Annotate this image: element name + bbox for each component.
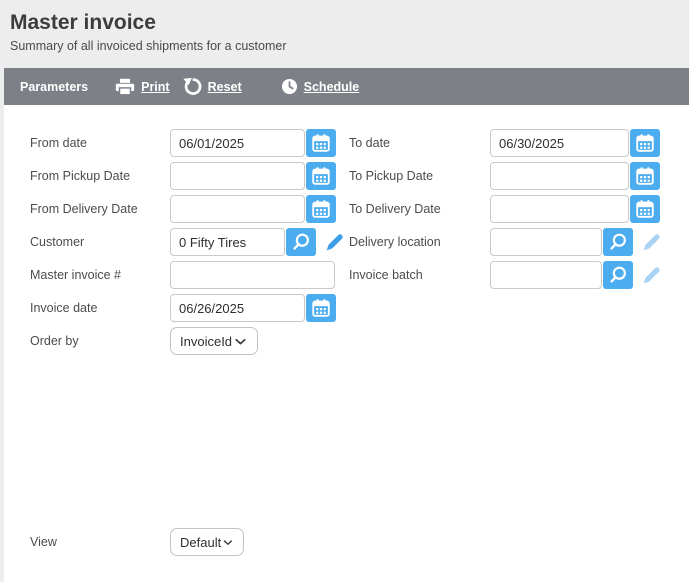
calendar-icon: [310, 165, 332, 187]
order-by-value: InvoiceId: [180, 334, 232, 349]
clock-icon: [280, 77, 299, 96]
invoice-batch-edit-pencil-icon[interactable]: [641, 265, 662, 286]
invoice-date-calendar-button[interactable]: [306, 294, 336, 322]
to-delivery-date-input[interactable]: [490, 195, 629, 223]
invoice-date-label: Invoice date: [30, 294, 170, 322]
delivery-location-edit-pencil-icon[interactable]: [641, 232, 662, 253]
calendar-icon: [310, 198, 332, 220]
to-pickup-date-input[interactable]: [490, 162, 629, 190]
invoice-batch-input[interactable]: [490, 261, 602, 289]
chevron-down-icon: [232, 333, 249, 350]
schedule-label: Schedule: [304, 80, 360, 94]
order-by-select[interactable]: InvoiceId: [170, 327, 258, 355]
search-icon: [607, 231, 629, 253]
to-pickup-date-calendar-button[interactable]: [630, 162, 660, 190]
calendar-icon: [634, 198, 656, 220]
schedule-button[interactable]: Schedule: [280, 77, 360, 96]
search-icon: [290, 231, 312, 253]
view-select[interactable]: Default: [170, 528, 244, 556]
from-date-label: From date: [30, 129, 170, 157]
delivery-location-input[interactable]: [490, 228, 602, 256]
left-gutter: [0, 0, 4, 582]
delivery-location-search-button[interactable]: [603, 228, 633, 256]
view-value: Default: [180, 535, 221, 550]
print-label: Print: [141, 80, 169, 94]
from-delivery-date-input[interactable]: [170, 195, 305, 223]
invoice-batch-search-button[interactable]: [603, 261, 633, 289]
to-date-input[interactable]: [490, 129, 629, 157]
order-by-label: Order by: [30, 327, 170, 355]
to-delivery-date-calendar-button[interactable]: [630, 195, 660, 223]
master-invoice-number-label: Master invoice #: [30, 261, 170, 289]
customer-input[interactable]: [170, 228, 285, 256]
print-button[interactable]: Print: [114, 76, 169, 98]
to-pickup-date-label: To Pickup Date: [349, 162, 490, 190]
calendar-icon: [310, 132, 332, 154]
parameters-label: Parameters: [20, 80, 88, 94]
from-delivery-date-calendar-button[interactable]: [306, 195, 336, 223]
master-invoice-number-input[interactable]: [170, 261, 335, 289]
to-date-label: To date: [349, 129, 490, 157]
customer-label: Customer: [30, 228, 170, 256]
page-title: Master invoice: [10, 11, 156, 35]
calendar-icon: [634, 165, 656, 187]
calendar-icon: [634, 132, 656, 154]
customer-search-button[interactable]: [286, 228, 316, 256]
printer-icon: [114, 76, 136, 98]
to-delivery-date-label: To Delivery Date: [349, 195, 490, 223]
parameters-form: From date To date From Pickup Date: [4, 105, 689, 582]
reset-button[interactable]: Reset: [182, 76, 242, 97]
search-icon: [607, 264, 629, 286]
invoice-batch-label: Invoice batch: [349, 261, 490, 289]
reset-label: Reset: [208, 80, 242, 94]
from-pickup-date-label: From Pickup Date: [30, 162, 170, 190]
master-invoice-page: Master invoice Summary of all invoiced s…: [0, 0, 689, 582]
from-date-input[interactable]: [170, 129, 305, 157]
calendar-icon: [310, 297, 332, 319]
page-subtitle: Summary of all invoiced shipments for a …: [10, 39, 287, 53]
customer-edit-pencil-icon[interactable]: [324, 232, 345, 253]
toolbar: Parameters Print Reset Schedule: [4, 68, 689, 105]
delivery-location-label: Delivery location: [349, 228, 490, 256]
from-delivery-date-label: From Delivery Date: [30, 195, 170, 223]
from-date-calendar-button[interactable]: [306, 129, 336, 157]
to-date-calendar-button[interactable]: [630, 129, 660, 157]
invoice-date-input[interactable]: [170, 294, 305, 322]
chevron-down-icon: [221, 534, 235, 551]
from-pickup-date-input[interactable]: [170, 162, 305, 190]
reset-icon: [182, 76, 203, 97]
from-pickup-date-calendar-button[interactable]: [306, 162, 336, 190]
